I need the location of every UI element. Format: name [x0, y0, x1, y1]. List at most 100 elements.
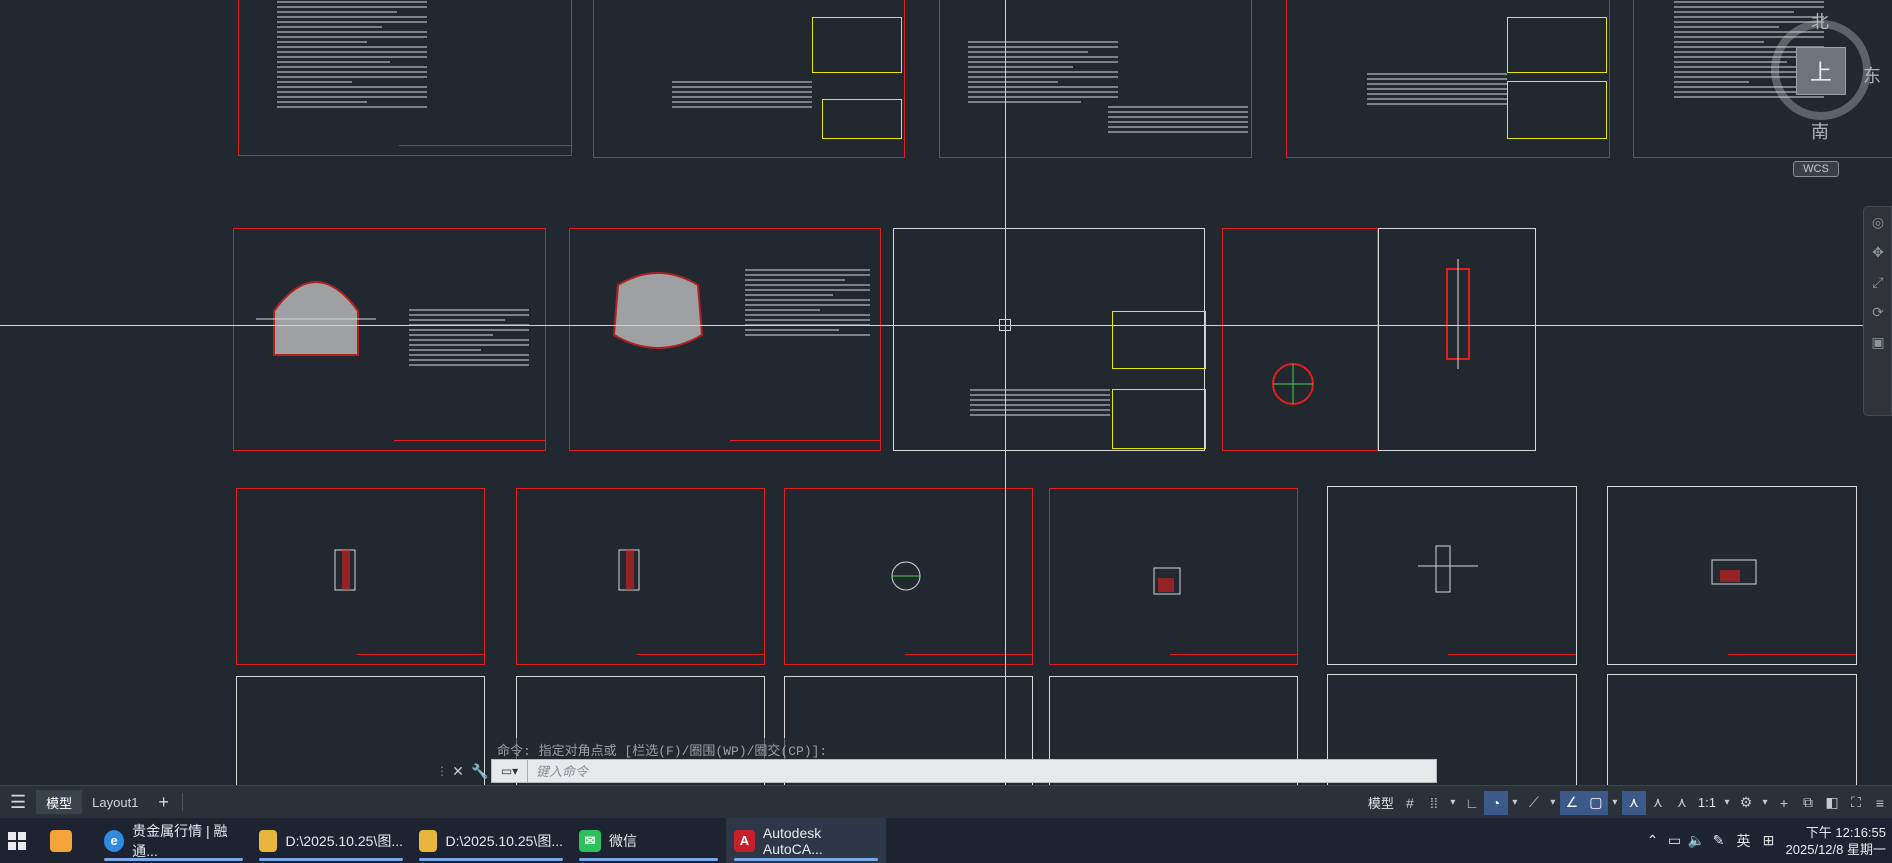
- edge-browser-icon: e: [104, 829, 125, 852]
- detail-drawing: [334, 549, 356, 591]
- model-space-button[interactable]: 模型: [1364, 793, 1398, 812]
- wcs-menu-button[interactable]: WCS: [1793, 161, 1839, 177]
- drawing-sheet: [238, 0, 572, 156]
- start-button[interactable]: [0, 818, 34, 863]
- taskbar-autocad[interactable]: A Autodesk AutoCA...: [726, 818, 886, 863]
- folder-icon: [259, 829, 278, 852]
- customize-wrench-icon[interactable]: 🔧: [469, 760, 491, 782]
- taskbar-app-label: 微信: [609, 832, 637, 849]
- pen-icon[interactable]: ✎: [1708, 826, 1730, 856]
- tab-layout1[interactable]: Layout1: [82, 790, 148, 814]
- crosshair-vertical: [1005, 0, 1006, 785]
- plus-icon[interactable]: +: [1772, 791, 1796, 815]
- grid-icon[interactable]: #: [1398, 791, 1422, 815]
- title-block: [822, 99, 902, 139]
- drawing-sheet: [1222, 228, 1378, 451]
- taskbar-wechat[interactable]: ✉ 微信: [571, 818, 726, 863]
- chevron-down-icon[interactable]: ▾: [1608, 791, 1622, 815]
- title-block: [1507, 81, 1607, 139]
- clock[interactable]: 下午 12:16:55 2025/12/8 星期一: [1780, 824, 1892, 858]
- drawing-sheet: [233, 228, 546, 451]
- command-line: ⋮ ✕ 🔧 ▭▾: [436, 758, 1437, 784]
- crosshair-pickbox: [999, 319, 1011, 331]
- detail-drawing: [618, 549, 640, 591]
- folder-icon: [419, 829, 438, 852]
- drawing-sheet: [1607, 674, 1857, 785]
- chevron-down-icon[interactable]: ▾: [1720, 791, 1734, 815]
- viewcube-top-face[interactable]: 上: [1796, 47, 1846, 95]
- isodraft-icon[interactable]: ⟋: [1522, 791, 1546, 815]
- ime-icon[interactable]: ⊞: [1758, 826, 1780, 856]
- pipe-detail-drawing: [1446, 259, 1470, 369]
- running-indicator: [419, 858, 563, 861]
- polar-tracking-icon[interactable]: ◔: [1483, 790, 1508, 815]
- steering-wheel-icon[interactable]: ◎: [1864, 207, 1892, 237]
- annotation-visibility-icon[interactable]: ⋏: [1621, 790, 1646, 815]
- store-icon: [50, 829, 72, 852]
- object-snap-tracking-icon[interactable]: ∠: [1559, 790, 1584, 815]
- drawing-sheet: [893, 228, 1206, 451]
- compass-south-label[interactable]: 南: [1811, 118, 1829, 144]
- input-language-indicator[interactable]: 英: [1730, 826, 1758, 856]
- snap-icon[interactable]: ⁞⁞: [1422, 791, 1446, 815]
- revision-table: [1507, 17, 1607, 73]
- command-line-grip[interactable]: ⋮: [436, 760, 448, 782]
- auto-scale-icon[interactable]: ⋏: [1646, 791, 1670, 815]
- hamburger-menu-icon[interactable]: ☰: [0, 790, 36, 814]
- chevron-down-icon[interactable]: ▾: [1446, 791, 1460, 815]
- fullscreen-icon[interactable]: ⛶: [1844, 791, 1868, 815]
- title-block: [1112, 389, 1206, 449]
- taskbar-browser[interactable]: e 贵金属行情 | 融通...: [96, 818, 251, 863]
- status-bar-tools: 模型 # ⁞⁞ ▾ ∟ ◔ ▾ ⟋ ▾ ∠ ▢ ▾ ⋏ ⋏ ⋏ 1:1 ▾ ⚙ …: [1364, 786, 1892, 819]
- revision-table: [1112, 311, 1206, 369]
- add-layout-button[interactable]: +: [148, 790, 179, 814]
- taskbar-app-label: Autodesk AutoCA...: [762, 824, 823, 857]
- hardware-acceleration-icon[interactable]: ◧: [1820, 791, 1844, 815]
- detail-drawing: [1711, 559, 1757, 585]
- taskbar-explorer-2[interactable]: D:\2025.10.25\图...: [411, 818, 571, 863]
- drawing-canvas[interactable]: 上 北 东 南 WCS ◎ ✥ ⤢ ⟳ ▣ 命令: 指定对角点或 [栏选(F)/…: [0, 0, 1892, 785]
- navigation-bar: ◎ ✥ ⤢ ⟳ ▣: [1863, 206, 1892, 416]
- annotation-scale-icon[interactable]: ⋏: [1670, 791, 1694, 815]
- section-detail-drawing: [612, 272, 704, 349]
- compass-north-label[interactable]: 北: [1811, 8, 1829, 34]
- section-detail-drawing: [256, 281, 376, 356]
- chevron-down-icon[interactable]: ▾: [1758, 791, 1772, 815]
- taskbar-explorer-1[interactable]: D:\2025.10.25\图...: [251, 818, 411, 863]
- showmotion-icon[interactable]: ▣: [1864, 327, 1892, 357]
- customization-menu-icon[interactable]: ≡: [1868, 791, 1892, 815]
- windows-taskbar: e 贵金属行情 | 融通... D:\2025.10.25\图... D:\20…: [0, 818, 1892, 863]
- detail-drawing: [1418, 545, 1478, 593]
- orbit-icon[interactable]: ⟳: [1864, 297, 1892, 327]
- chevron-down-icon[interactable]: ▾: [1508, 791, 1522, 815]
- annotation-scale-value[interactable]: 1:1: [1694, 795, 1720, 810]
- drawing-sheet: [593, 0, 905, 158]
- ortho-icon[interactable]: ∟: [1460, 791, 1484, 815]
- autocad-window: 上 北 东 南 WCS ◎ ✥ ⤢ ⟳ ▣ 命令: 指定对角点或 [栏选(F)/…: [0, 0, 1892, 863]
- taskbar-store[interactable]: [34, 818, 96, 863]
- viewcube[interactable]: 上 北 东 南 WCS: [1763, 12, 1881, 177]
- divider: [181, 793, 183, 811]
- crosshair-horizontal: [0, 325, 1892, 326]
- command-input[interactable]: [528, 763, 1436, 779]
- autocad-icon: A: [734, 829, 755, 852]
- detail-drawing: [1153, 567, 1181, 595]
- drawing-sheet: [1286, 0, 1610, 158]
- running-indicator: [734, 858, 878, 861]
- tab-model[interactable]: 模型: [36, 790, 83, 814]
- object-snap-icon[interactable]: ▢: [1583, 790, 1608, 815]
- compass-east-label[interactable]: 东: [1863, 62, 1881, 88]
- network-icon[interactable]: ▭: [1664, 826, 1686, 856]
- isolate-objects-icon[interactable]: ⧉: [1796, 791, 1820, 815]
- zoom-extents-icon[interactable]: ⤢: [1864, 267, 1892, 297]
- taskbar-app-label: 贵金属行情 | 融通...: [132, 822, 228, 859]
- recent-commands-icon[interactable]: ▭▾: [492, 760, 528, 782]
- gear-icon[interactable]: ⚙: [1734, 791, 1758, 815]
- clock-time: 下午 12:16:55: [1805, 824, 1886, 840]
- chevron-up-icon[interactable]: ⌃: [1642, 826, 1664, 856]
- chevron-down-icon[interactable]: ▾: [1546, 791, 1560, 815]
- volume-muted-icon[interactable]: 🔈: [1686, 826, 1708, 856]
- pan-icon[interactable]: ✥: [1864, 237, 1892, 267]
- status-bar: ☰ 模型 Layout1 + 模型 # ⁞⁞ ▾ ∟ ◔ ▾ ⟋ ▾ ∠ ▢ ▾…: [0, 785, 1892, 818]
- close-icon[interactable]: ✕: [447, 760, 469, 782]
